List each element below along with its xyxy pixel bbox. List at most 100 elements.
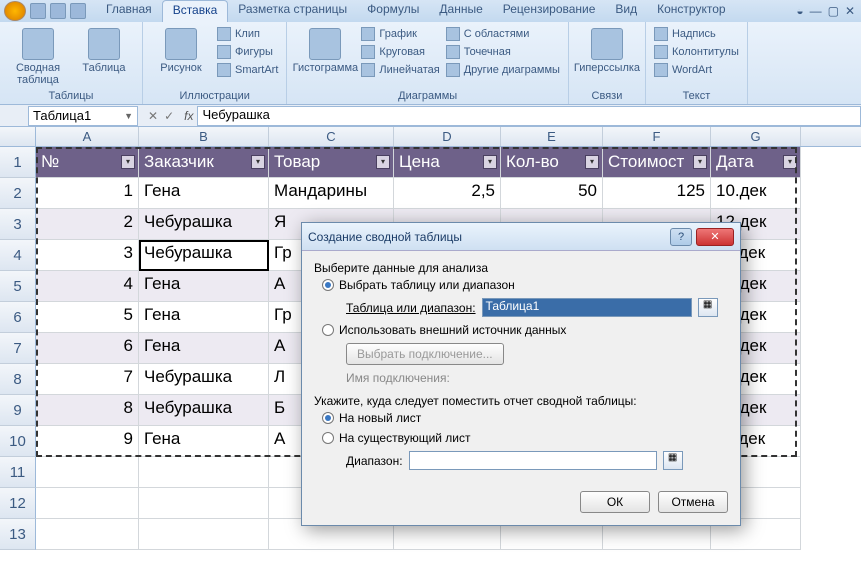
rowhead[interactable]: 8	[0, 364, 36, 395]
filter-icon[interactable]: ▾	[483, 155, 497, 169]
help-icon[interactable]: ◒	[796, 4, 803, 18]
location-input[interactable]	[409, 451, 657, 470]
enter-formula-icon[interactable]: ✓	[164, 109, 174, 123]
cell[interactable]	[139, 519, 269, 550]
textbox-button[interactable]: Надпись	[654, 26, 739, 42]
cell[interactable]: Чебурашка	[139, 395, 269, 426]
radio-existing-sheet[interactable]: На существующий лист	[314, 428, 728, 448]
table-button[interactable]: Таблица	[74, 26, 134, 90]
filter-icon[interactable]: ▾	[783, 155, 797, 169]
cell[interactable]	[36, 519, 139, 550]
select-all-corner[interactable]	[0, 127, 36, 146]
tab-formulas[interactable]: Формулы	[357, 0, 429, 22]
minimize-icon[interactable]: —	[810, 4, 822, 18]
cell[interactable]: Гена	[139, 302, 269, 333]
cell[interactable]	[139, 488, 269, 519]
cell[interactable]: 2,5	[394, 178, 501, 209]
cell[interactable]: Гена	[139, 333, 269, 364]
dialog-titlebar[interactable]: Создание сводной таблицы ? ✕	[302, 223, 740, 251]
range-picker-icon[interactable]: ▦	[663, 451, 683, 470]
headerfooter-button[interactable]: Колонтитулы	[654, 44, 739, 60]
qat-redo-icon[interactable]	[70, 3, 86, 19]
colhead-d[interactable]: D	[394, 127, 501, 146]
wordart-button[interactable]: WordArt	[654, 62, 739, 78]
cell[interactable]: 3	[36, 240, 139, 271]
office-button[interactable]	[4, 1, 26, 21]
close-icon[interactable]: ✕	[845, 4, 855, 18]
filter-icon[interactable]: ▾	[251, 155, 265, 169]
cancel-formula-icon[interactable]: ✕	[148, 109, 158, 123]
qat-save-icon[interactable]	[30, 3, 46, 19]
cell[interactable]: 8	[36, 395, 139, 426]
dialog-close-icon[interactable]: ✕	[696, 228, 734, 246]
cell[interactable]	[36, 457, 139, 488]
cell[interactable]: 4	[36, 271, 139, 302]
rowhead[interactable]: 7	[0, 333, 36, 364]
rowhead[interactable]: 2	[0, 178, 36, 209]
filter-icon[interactable]: ▾	[121, 155, 135, 169]
rowhead[interactable]: 11	[0, 457, 36, 488]
cell[interactable]: Чебурашка	[139, 364, 269, 395]
table-header[interactable]: Стоимост▾	[603, 147, 711, 178]
rowhead[interactable]: 12	[0, 488, 36, 519]
rowhead[interactable]: 1	[0, 147, 36, 178]
qat-undo-icon[interactable]	[50, 3, 66, 19]
colhead-e[interactable]: E	[501, 127, 603, 146]
pivot-table-button[interactable]: Сводная таблица	[8, 26, 68, 90]
cell[interactable]: 6	[36, 333, 139, 364]
maximize-icon[interactable]: ▢	[828, 4, 839, 18]
rowhead[interactable]: 9	[0, 395, 36, 426]
rowhead[interactable]: 4	[0, 240, 36, 271]
cell[interactable]: 7	[36, 364, 139, 395]
hyperlink-button[interactable]: Гиперссылка	[577, 26, 637, 90]
cell[interactable]: Гена	[139, 426, 269, 457]
table-header[interactable]: Дата▾	[711, 147, 801, 178]
colhead-g[interactable]: G	[711, 127, 801, 146]
cell[interactable]: Гена	[139, 271, 269, 302]
tab-view[interactable]: Вид	[605, 0, 647, 22]
cell[interactable]: 125	[603, 178, 711, 209]
cell[interactable]: 50	[501, 178, 603, 209]
scatter-chart-button[interactable]: Точечная	[446, 44, 560, 60]
pie-chart-button[interactable]: Круговая	[361, 44, 439, 60]
clip-button[interactable]: Клип	[217, 26, 278, 42]
rowhead[interactable]: 3	[0, 209, 36, 240]
cell[interactable]: 10.дек	[711, 178, 801, 209]
tab-design[interactable]: Конструктор	[647, 0, 735, 22]
radio-select-range[interactable]: Выбрать таблицу или диапазон	[314, 275, 728, 295]
cell[interactable]: 5	[36, 302, 139, 333]
range-input[interactable]: Таблица1	[482, 298, 692, 317]
colhead-f[interactable]: F	[603, 127, 711, 146]
filter-icon[interactable]: ▾	[585, 155, 599, 169]
other-charts-button[interactable]: Другие диаграммы	[446, 62, 560, 78]
area-chart-button[interactable]: С областями	[446, 26, 560, 42]
table-header[interactable]: Кол-во▾	[501, 147, 603, 178]
rowhead[interactable]: 6	[0, 302, 36, 333]
tab-insert[interactable]: Вставка	[162, 0, 229, 22]
cancel-button[interactable]: Отмена	[658, 491, 728, 513]
colhead-a[interactable]: A	[36, 127, 139, 146]
tab-home[interactable]: Главная	[96, 0, 162, 22]
filter-icon[interactable]: ▾	[376, 155, 390, 169]
line-chart-button[interactable]: График	[361, 26, 439, 42]
fx-icon[interactable]: fx	[180, 109, 197, 123]
rowhead[interactable]: 10	[0, 426, 36, 457]
cell[interactable]: Мандарины	[269, 178, 394, 209]
cell[interactable]: Чебурашка	[139, 240, 269, 271]
rowhead[interactable]: 5	[0, 271, 36, 302]
rowhead[interactable]: 13	[0, 519, 36, 550]
radio-new-sheet[interactable]: На новый лист	[314, 408, 728, 428]
formula-input[interactable]: Чебурашка	[197, 106, 861, 126]
cell[interactable]: 1	[36, 178, 139, 209]
picture-button[interactable]: Рисунок	[151, 26, 211, 90]
tab-review[interactable]: Рецензирование	[493, 0, 606, 22]
filter-icon[interactable]: ▾	[693, 155, 707, 169]
tab-data[interactable]: Данные	[429, 0, 492, 22]
cell[interactable]	[139, 457, 269, 488]
cell[interactable]	[36, 488, 139, 519]
cell[interactable]: 9	[36, 426, 139, 457]
ok-button[interactable]: ОК	[580, 491, 650, 513]
table-header[interactable]: Цена▾	[394, 147, 501, 178]
range-picker-icon[interactable]: ▦	[698, 298, 718, 317]
chevron-down-icon[interactable]: ▼	[124, 111, 133, 121]
